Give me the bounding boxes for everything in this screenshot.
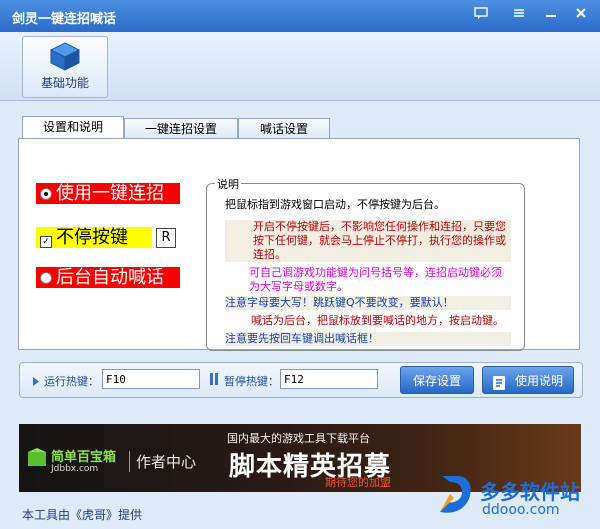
banner-logo-text: 简单百宝箱 [51, 450, 117, 465]
menu-icon[interactable] [508, 5, 530, 27]
tab-settings-help[interactable]: 设置和说明 [22, 116, 124, 138]
pause-hotkey-label: 暂停热键： [224, 375, 279, 388]
combo-label: 使用一键连招 [56, 183, 164, 204]
help-line-1: 把鼠标指到游戏窗口启动，不停按键为后台。 [225, 198, 445, 211]
save-settings-button[interactable]: 保存设置 [400, 366, 474, 394]
credit-text: 本工具由《虎哥》提供 [22, 508, 143, 522]
close-icon[interactable] [570, 5, 592, 27]
box-logo-icon [27, 448, 47, 471]
settings-panel: 设置和说明 一键连招设置 喊话设置 使用一键连招 ✓ 不停按键 R 后台自动喊话 … [18, 114, 580, 351]
toolbar: 基础功能 [0, 32, 600, 101]
status-bar: 本工具由《虎哥》提供 多多软件站 ddooo.com [0, 476, 600, 529]
tab-content: 使用一键连招 ✓ 不停按键 R 后台自动喊话 说明 把鼠标指到游戏窗口启动，不停按… [18, 138, 580, 351]
banner-subline: 期待您的加盟 [325, 476, 391, 489]
hold-key-label: 不停按键 [56, 227, 128, 248]
hold-key-input[interactable]: R [156, 228, 176, 248]
minimize-icon[interactable] [540, 5, 562, 27]
help-line-3: 可自己调游戏功能键为问号括号等，连招启动键必须为大写字母或数字。 [249, 266, 502, 293]
help-line-2: 开启不停按键后，不影响您任何操作和连招，只要您按下任何键，就会马上停止不停打，执… [225, 220, 511, 262]
window-title: 剑灵一键连招喊话 [12, 12, 117, 27]
basic-function-button[interactable]: 基础功能 [22, 36, 108, 98]
hotkey-bar: 运行热键： F10 暂停热键： F12 保存设置 使用说明 [19, 362, 583, 398]
hold-key-checkbox-option[interactable]: ✓ 不停按键 [36, 227, 152, 248]
pause-icon [210, 373, 218, 388]
checkbox-checked-icon: ✓ [40, 236, 52, 248]
watermark-url: ddooo.com [482, 502, 560, 518]
play-icon [33, 375, 39, 389]
help-button-label: 使用说明 [514, 374, 563, 388]
help-line-5: 喊话为后台，把鼠标放到要喊话的地方，按启动键。 [251, 314, 504, 327]
cube-icon [49, 41, 81, 74]
radio-unselected-icon [40, 272, 52, 284]
shout-label: 后台自动喊话 [56, 267, 164, 288]
basic-function-label: 基础功能 [40, 76, 89, 90]
help-legend: 说明 [215, 176, 241, 192]
help-button[interactable]: 使用说明 [482, 366, 574, 394]
pause-hotkey-input[interactable]: F12 [280, 369, 378, 389]
title-bar: 剑灵一键连招喊话 [0, 0, 600, 32]
banner-logo-url: Jdbbx.com [51, 464, 99, 474]
help-line-6: 注意要先按回车键调出喊话框！ [225, 332, 511, 346]
feedback-icon[interactable] [470, 5, 492, 27]
combo-radio-option[interactable]: 使用一键连招 [36, 183, 180, 204]
book-icon [491, 373, 507, 401]
help-line-4: 注意字母要大写！跳跃键Q不要改变，要默认！ [225, 296, 511, 310]
run-hotkey-label: 运行热键： [44, 375, 99, 388]
watermark-logo-icon [436, 472, 476, 519]
run-hotkey-input[interactable]: F10 [102, 369, 200, 389]
shout-radio-option[interactable]: 后台自动喊话 [36, 267, 180, 288]
tab-combo-settings[interactable]: 一键连招设置 [124, 118, 238, 139]
radio-selected-icon [40, 188, 52, 200]
banner-author-center: 作者中心 [129, 451, 196, 472]
help-groupbox: 说明 把鼠标指到游戏窗口启动，不停按键为后台。 开启不停按键后，不影响您任何操作… [206, 176, 525, 351]
banner-top-line: 国内最大的游戏工具下载平台 [227, 432, 370, 445]
tab-shout-settings[interactable]: 喊话设置 [238, 118, 330, 139]
watermark-text: 多多软件站 [480, 480, 580, 504]
